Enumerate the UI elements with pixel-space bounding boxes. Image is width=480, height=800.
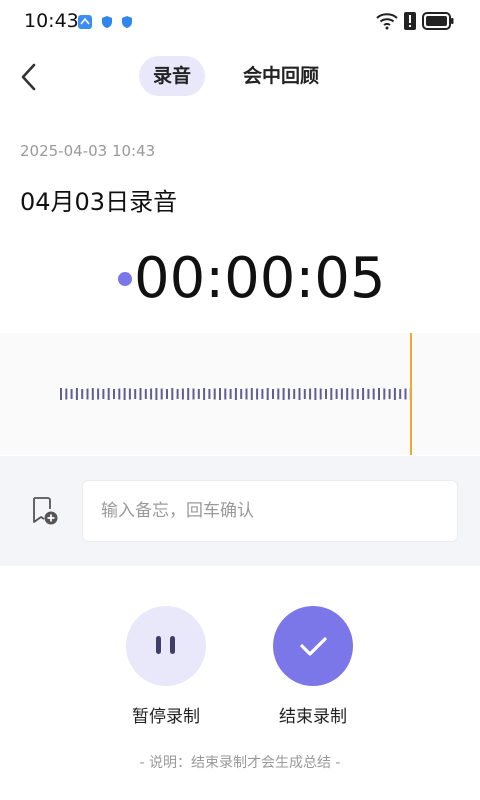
playhead-line bbox=[410, 333, 412, 455]
waveform-bar bbox=[298, 388, 301, 400]
waveform-bar bbox=[325, 389, 327, 399]
header: 录音 会中回顾 bbox=[0, 52, 480, 102]
waveform-bar bbox=[187, 388, 190, 400]
waveform-bar bbox=[91, 388, 94, 400]
waveform-bar bbox=[319, 388, 322, 400]
waveform-bar bbox=[340, 388, 343, 400]
waveform-bar bbox=[155, 388, 158, 400]
waveform-bar bbox=[272, 389, 274, 399]
waveform-bar bbox=[335, 389, 338, 399]
waveform-bar bbox=[181, 388, 184, 400]
waveform-bar bbox=[208, 389, 211, 399]
waveform-bar bbox=[372, 388, 375, 400]
waveform-bar bbox=[176, 389, 179, 399]
waveform-bar bbox=[399, 389, 402, 399]
waveform-bar bbox=[144, 389, 147, 399]
battery-icon bbox=[422, 12, 454, 34]
waveform-bar bbox=[293, 389, 296, 399]
waveform-bar bbox=[166, 389, 168, 399]
waveform-bar bbox=[118, 388, 121, 400]
waveform-bar bbox=[393, 388, 396, 400]
waveform-bar bbox=[150, 388, 153, 400]
waveform-bar bbox=[240, 389, 243, 399]
recording-title: 04月03日录音 bbox=[20, 188, 178, 216]
end-recording-button[interactable] bbox=[273, 606, 353, 686]
waveform-bar bbox=[362, 388, 365, 400]
end-recording-label: 结束录制 bbox=[279, 707, 347, 727]
waveform-bar bbox=[256, 388, 259, 400]
waveform-bar bbox=[192, 388, 195, 400]
waveform-bar bbox=[383, 388, 386, 400]
shield-icon bbox=[100, 14, 114, 28]
memo-input[interactable] bbox=[82, 480, 458, 542]
waveform-bar bbox=[266, 388, 269, 400]
waveform-bar bbox=[378, 388, 380, 400]
pause-recording-label: 暂停录制 bbox=[132, 707, 200, 727]
waveform-bar bbox=[102, 389, 105, 399]
waveform-bar bbox=[128, 388, 131, 400]
waveform-bar bbox=[134, 389, 137, 399]
waveform-bar bbox=[351, 388, 354, 400]
waveform-bar bbox=[213, 388, 216, 400]
waveform-bar bbox=[330, 388, 333, 400]
tab-meeting-review[interactable]: 会中回顾 bbox=[229, 56, 333, 96]
waveform-bar bbox=[261, 389, 264, 399]
waveform-bar bbox=[75, 388, 78, 400]
recording-indicator-icon bbox=[118, 272, 132, 286]
waveform-bar bbox=[171, 388, 174, 400]
waveform-bar bbox=[282, 388, 285, 400]
waveform-bar bbox=[219, 388, 221, 400]
pause-icon bbox=[156, 636, 175, 654]
status-bar: 10:43 bbox=[0, 0, 480, 44]
chevron-left-icon bbox=[21, 63, 36, 91]
waveform-bar bbox=[346, 388, 349, 400]
status-time: 10:43 bbox=[24, 10, 79, 32]
waveform-bar bbox=[107, 388, 110, 400]
waveform-bar bbox=[303, 389, 306, 399]
pause-recording-button[interactable] bbox=[126, 606, 206, 686]
waveform-bar bbox=[197, 389, 200, 399]
back-button[interactable] bbox=[16, 62, 44, 92]
footer-note: - 说明：结束录制才会生成总结 - bbox=[139, 755, 341, 771]
waveform-bar bbox=[356, 389, 359, 399]
waveform-bar bbox=[388, 389, 391, 399]
waveform-bar bbox=[139, 388, 142, 400]
wifi-icon bbox=[376, 12, 398, 34]
waveform-bar bbox=[86, 388, 89, 400]
waveform-bar bbox=[245, 388, 248, 400]
add-bookmark-button[interactable] bbox=[30, 496, 60, 526]
waveform-bar bbox=[65, 388, 68, 400]
waveform-panel bbox=[0, 333, 480, 455]
memo-area bbox=[0, 456, 480, 566]
waveform-bar bbox=[314, 388, 317, 400]
timer-display: 00:00:05 bbox=[0, 246, 480, 316]
waveform-bar bbox=[81, 389, 84, 399]
bookmark-add-icon bbox=[33, 497, 58, 525]
waveform-bar bbox=[224, 388, 227, 400]
shield-icon bbox=[120, 14, 134, 28]
elapsed-time: 00:00:05 bbox=[134, 246, 386, 311]
waveform-bar bbox=[287, 388, 290, 400]
waveform-bar bbox=[203, 388, 206, 400]
tab-recording[interactable]: 录音 bbox=[139, 56, 206, 96]
waveform-bar bbox=[160, 388, 163, 400]
waveform-bar bbox=[70, 389, 73, 399]
notification-app-icon bbox=[78, 14, 92, 29]
waveform-bar bbox=[277, 388, 280, 400]
waveform-bar bbox=[97, 388, 100, 400]
waveform-bar bbox=[113, 389, 115, 399]
waveform-bar bbox=[234, 388, 237, 400]
waveform-bar bbox=[229, 389, 232, 399]
waveform bbox=[60, 333, 412, 455]
waveform-bar bbox=[367, 389, 370, 399]
alert-icon bbox=[404, 12, 416, 34]
waveform-bar bbox=[250, 388, 253, 400]
waveform-bar bbox=[123, 388, 126, 400]
check-icon bbox=[300, 637, 327, 656]
waveform-bar bbox=[309, 388, 312, 400]
waveform-bar bbox=[60, 388, 62, 400]
waveform-bar bbox=[404, 388, 407, 400]
recording-datetime: 2025-04-03 10:43 bbox=[20, 142, 156, 160]
